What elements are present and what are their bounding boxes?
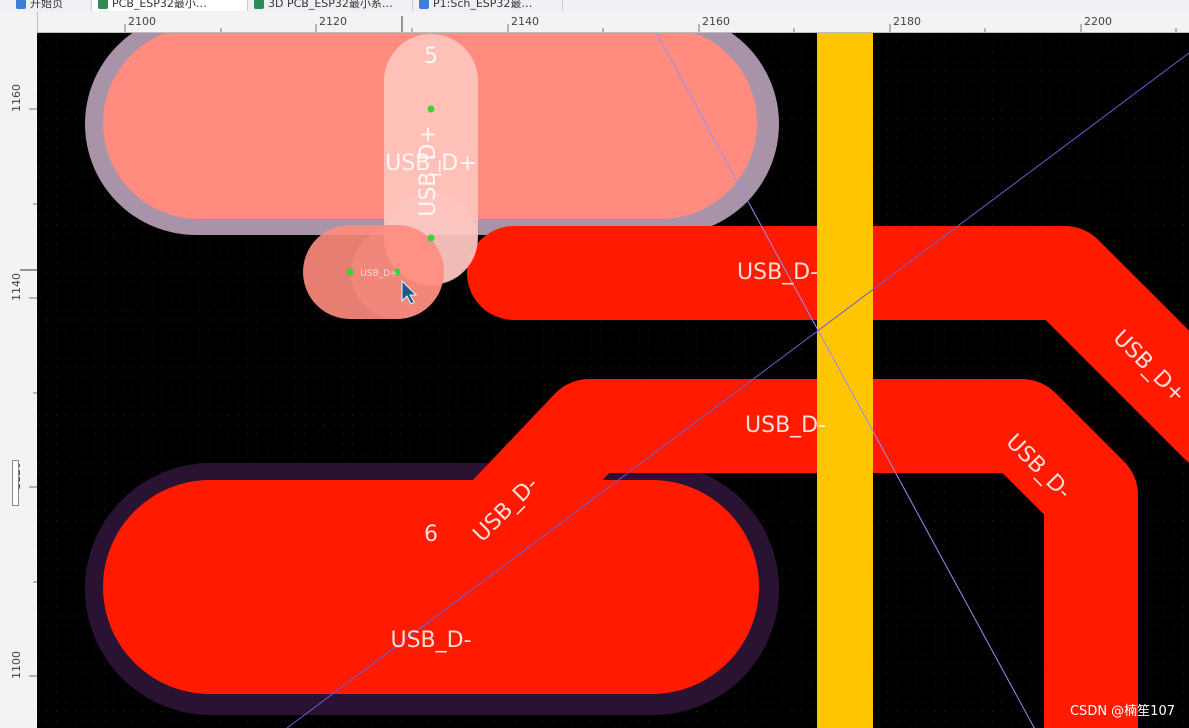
small-pad-net-label: USB_D+: [360, 269, 397, 279]
pcb-document-icon: [98, 0, 108, 9]
trace-d-minus-middle-label: USB_D-: [745, 413, 826, 438]
pcb-layout-view[interactable]: 5 USB_D+ 6 USB_D- USB_D+ USB_D+ USB_D- U…: [37, 33, 1189, 728]
ruler-label: 1140: [10, 273, 23, 301]
vertical-trace-net-label: USB_D+: [416, 125, 441, 217]
tab-pcb[interactable]: PCB_ESP32最小…: [92, 0, 248, 11]
snap-point[interactable]: [427, 234, 435, 242]
tab-label: P1:Sch_ESP32最…: [433, 0, 533, 10]
horizontal-ruler-ticks: [124, 16, 1177, 32]
tab-label: 3D PCB_ESP32最小系…: [268, 0, 393, 10]
tab-label: PCB_ESP32最小…: [112, 0, 207, 10]
trace-d-plus-upper-label: USB_D-: [737, 260, 818, 285]
vertical-ruler[interactable]: 1160 1140 1120 1100: [0, 12, 38, 728]
ruler-label: 2180: [893, 15, 921, 28]
ruler-label: 2100: [128, 15, 156, 28]
ruler-label: 2200: [1084, 15, 1112, 28]
ruler-label: 1160: [10, 84, 23, 112]
ruler-label: 2140: [511, 15, 539, 28]
tab-schematic[interactable]: P1:Sch_ESP32最…: [413, 0, 563, 11]
vertical-ruler-ticks: [20, 108, 37, 677]
pad-6-number: 6: [424, 522, 438, 547]
ruler-label: 1100: [10, 651, 23, 679]
horizontal-ruler[interactable]: 2100 2120 2140 2160 2180 2200: [37, 12, 1189, 33]
tab-3d-pcb[interactable]: 3D PCB_ESP32最小系…: [248, 0, 413, 11]
pad-6-net-label: USB_D-: [390, 628, 471, 653]
watermark: CSDN @楠笙107: [1069, 704, 1175, 719]
snap-point[interactable]: [346, 268, 354, 276]
ruler-label: 2160: [702, 15, 730, 28]
ruler-label: 2120: [319, 15, 347, 28]
home-icon: [16, 0, 26, 9]
tab-label: 开始页: [30, 0, 63, 10]
pcb-canvas[interactable]: 5 USB_D+ 6 USB_D- USB_D+ USB_D+ USB_D- U…: [37, 33, 1189, 728]
tab-start-page[interactable]: 开始页: [10, 0, 92, 11]
ruler-position-marker[interactable]: [12, 460, 19, 506]
3d-view-icon: [254, 0, 264, 9]
snap-point[interactable]: [427, 105, 435, 113]
pad-6[interactable]: [103, 480, 759, 694]
schematic-document-icon: [419, 0, 429, 9]
pad-5-number: 5: [424, 44, 438, 69]
